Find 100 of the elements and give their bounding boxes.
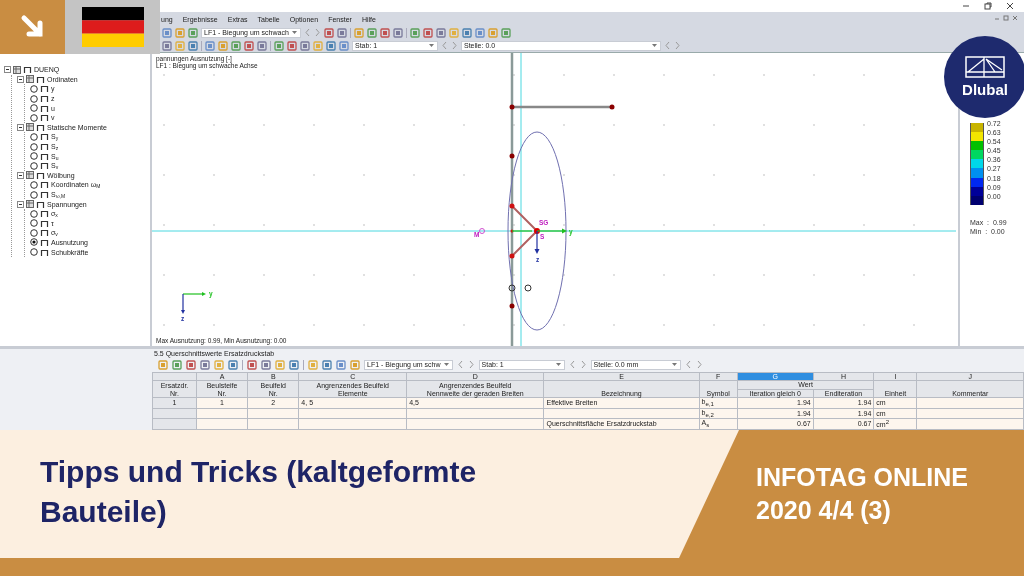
table-icon [26, 171, 34, 180]
tool-icon[interactable] [326, 40, 336, 51]
tool-icon[interactable] [257, 40, 267, 51]
previous-icon[interactable] [456, 360, 464, 370]
radio-button[interactable] [30, 85, 38, 93]
expander-icon[interactable] [17, 171, 24, 179]
tool-icon[interactable] [162, 40, 172, 51]
tool-icon[interactable] [392, 27, 403, 38]
radio-button[interactable] [30, 104, 38, 113]
tool-icon[interactable] [287, 40, 297, 51]
node-icon [23, 66, 32, 74]
tool-icon[interactable] [336, 359, 346, 370]
tool-icon[interactable] [162, 27, 172, 38]
tool-icon[interactable] [339, 40, 349, 51]
next-icon[interactable] [467, 360, 475, 370]
expander-icon[interactable] [17, 123, 24, 131]
tool-icon[interactable] [323, 27, 334, 38]
flag-icon [81, 7, 144, 47]
video-title: Tipps und Tricks (kaltgeformte Bauteile) [39, 454, 478, 530]
expander-icon[interactable] [4, 66, 11, 74]
expander-icon[interactable] [17, 200, 24, 208]
event-label: 2020 4/4 (3) [756, 495, 892, 526]
radio-button[interactable] [30, 152, 38, 161]
tool-icon[interactable] [379, 27, 390, 38]
event-label: INFOTAG ONLINE [756, 462, 970, 493]
next-icon[interactable] [451, 41, 458, 50]
node-icon [40, 191, 49, 198]
tool-icon[interactable] [308, 359, 318, 370]
radio-button[interactable] [30, 190, 38, 199]
point-marker [508, 284, 516, 292]
tool-icon[interactable] [188, 27, 198, 38]
radio-button[interactable] [30, 132, 38, 141]
radio-button[interactable] [30, 248, 38, 257]
previous-icon[interactable] [684, 360, 692, 370]
tool-icon[interactable] [435, 27, 446, 38]
previous-icon[interactable] [303, 28, 311, 37]
tool-icon[interactable] [322, 359, 332, 370]
tool-icon[interactable] [244, 40, 254, 51]
radio-button[interactable] [30, 209, 38, 218]
tool-icon[interactable] [228, 359, 238, 370]
tool-icon[interactable] [188, 40, 198, 51]
tool-icon[interactable] [186, 359, 196, 370]
table-icon [26, 123, 34, 132]
tool-icon[interactable] [172, 359, 182, 370]
radio-button[interactable] [30, 113, 38, 122]
tool-icon[interactable] [461, 27, 472, 38]
tool-icon[interactable] [200, 359, 210, 370]
radio-button[interactable] [30, 142, 38, 151]
y-axis-arrow [536, 228, 567, 234]
radio-button[interactable] [30, 161, 38, 170]
tool-icon[interactable] [231, 40, 241, 51]
z-axis-arrow [534, 230, 540, 254]
tool-icon[interactable] [261, 359, 271, 370]
tool-icon[interactable] [366, 27, 377, 38]
tool-icon[interactable] [336, 27, 347, 38]
radio-button[interactable] [30, 219, 38, 228]
table-icon [13, 65, 21, 74]
next-icon[interactable] [579, 360, 587, 370]
caret-icon [554, 361, 562, 369]
radio-button[interactable] [30, 238, 38, 247]
caret-icon [290, 29, 298, 36]
tool-icon[interactable] [158, 359, 168, 370]
tool-icon[interactable] [205, 40, 215, 51]
node-icon [40, 181, 49, 189]
tool-icon[interactable] [289, 359, 299, 370]
caret-icon [670, 361, 678, 369]
shear-center-marker [479, 228, 485, 234]
previous-icon[interactable] [441, 41, 448, 50]
next-icon[interactable] [695, 360, 703, 370]
close-icon[interactable] [1006, 2, 1014, 10]
radio-button[interactable] [30, 180, 38, 189]
next-icon[interactable] [674, 41, 681, 50]
previous-icon[interactable] [568, 360, 576, 370]
tool-icon[interactable] [500, 27, 511, 38]
radio-button[interactable] [30, 94, 38, 103]
tool-icon[interactable] [350, 359, 360, 370]
node-icon [40, 85, 49, 93]
minimize-icon[interactable] [994, 15, 1000, 21]
previous-icon[interactable] [664, 41, 671, 50]
node-icon [36, 200, 45, 208]
caret-icon [651, 42, 658, 49]
minimize-icon[interactable] [962, 2, 970, 10]
tool-icon[interactable] [422, 27, 433, 38]
node-icon [40, 133, 49, 141]
restore-icon[interactable] [984, 2, 992, 10]
bridge-icon [965, 56, 1005, 78]
tool-icon[interactable] [275, 359, 285, 370]
next-icon[interactable] [313, 28, 321, 37]
tool-icon[interactable] [214, 359, 224, 370]
coordinate-axes-icon [181, 292, 206, 314]
tool-icon[interactable] [274, 40, 284, 51]
node-icon [36, 75, 45, 83]
radio-button[interactable] [30, 228, 38, 237]
expander-icon[interactable] [17, 75, 24, 83]
tool-icon[interactable] [300, 40, 310, 51]
caret-icon [442, 361, 450, 369]
tool-icon[interactable] [474, 27, 485, 38]
tool-icon[interactable] [247, 359, 257, 370]
tool-icon[interactable] [409, 27, 420, 38]
arrow-icon [19, 14, 46, 40]
